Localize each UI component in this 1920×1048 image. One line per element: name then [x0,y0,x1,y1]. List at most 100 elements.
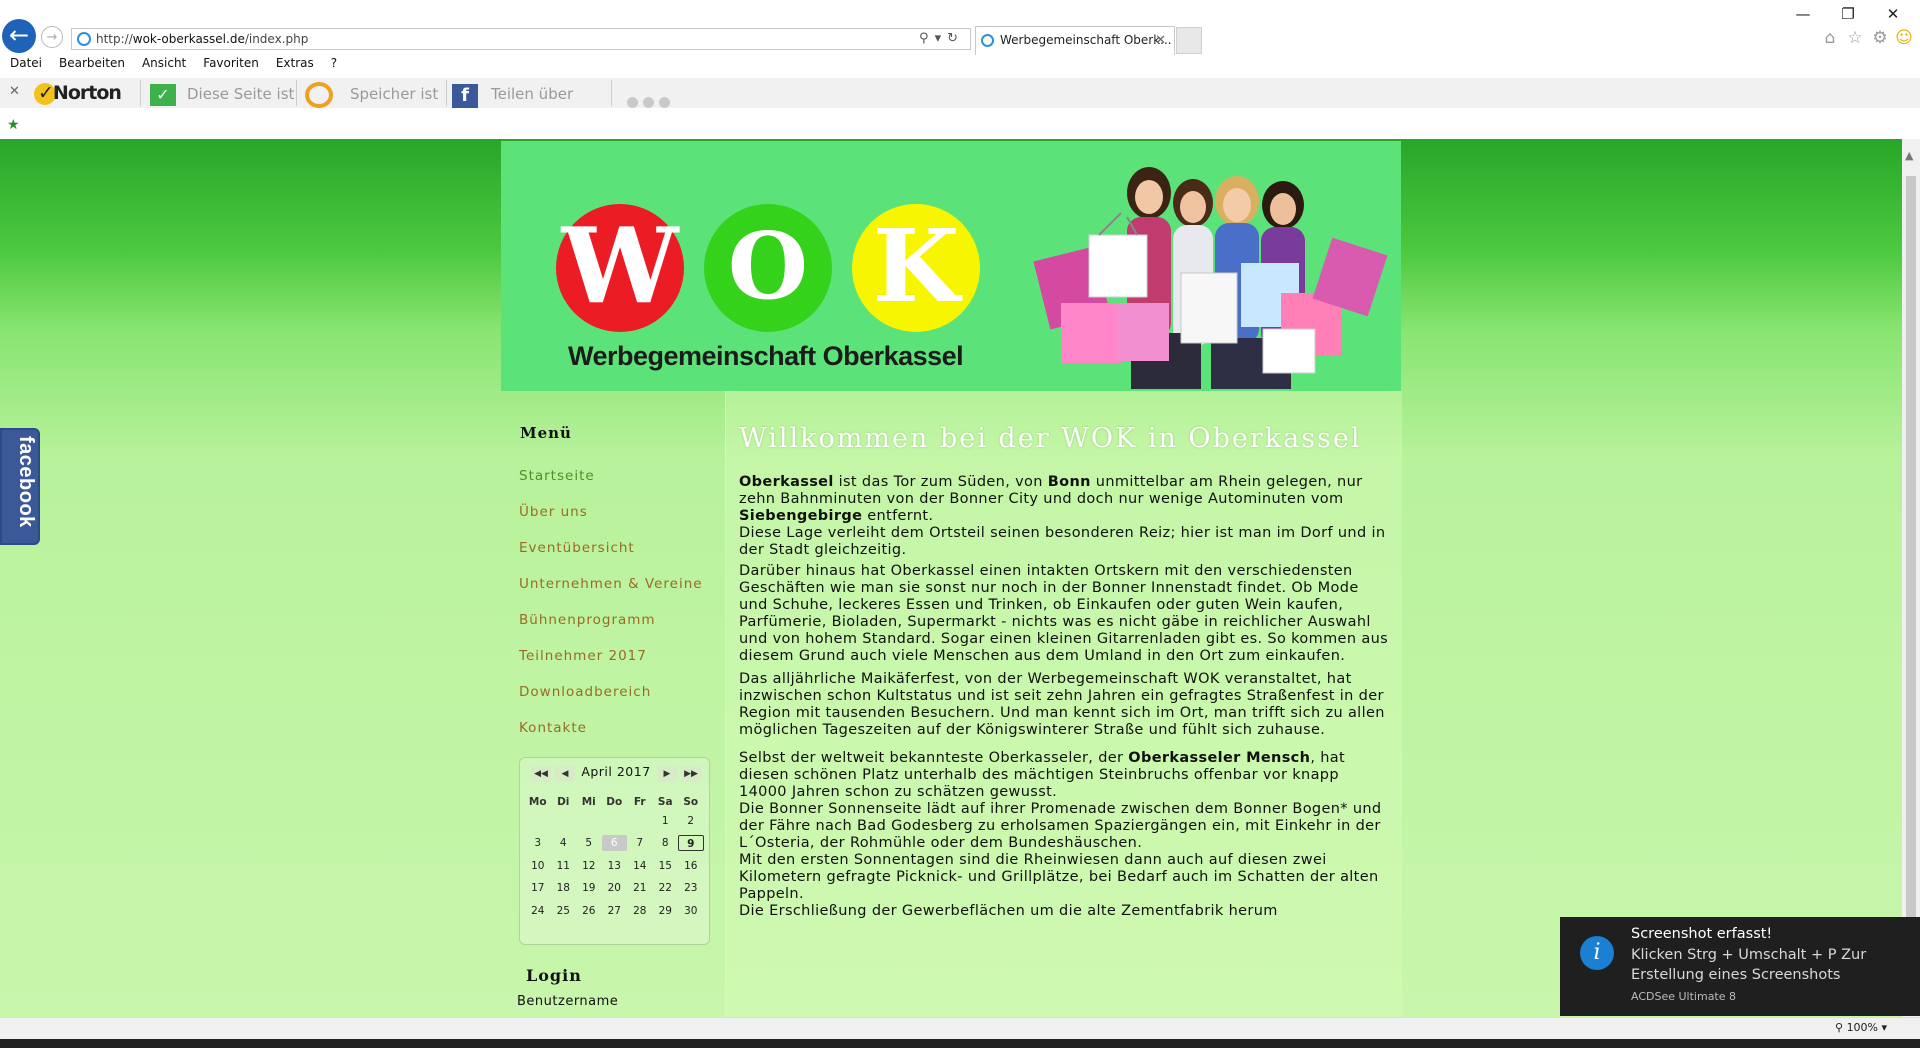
restore-button[interactable]: ❐ [1828,4,1868,24]
calendar-day[interactable]: 3 [525,835,551,851]
calendar-day[interactable]: 18 [551,880,577,896]
facebook-tab-label: facebook [15,436,37,528]
favorites-bar-star-icon[interactable]: ★ [7,117,20,133]
nav-eventuebersicht[interactable]: Eventübersicht [519,540,635,556]
smiley-feedback-icon[interactable]: ☺ [1894,28,1914,48]
calendar-day[interactable]: 30 [678,903,704,919]
paragraph-gewerbeflaechen: Die Erschließung der Gewerbeflächen um d… [739,903,1278,919]
nav-startseite[interactable]: Startseite [519,468,595,484]
calendar-day[interactable]: 21 [627,880,653,896]
back-arrow-icon[interactable]: ← [2,19,36,53]
forward-arrow-icon[interactable]: → [41,26,63,48]
next-month-icon[interactable]: ▶ [657,766,677,782]
paragraph-location: Diese Lage verleiht dem Ortsteil seinen … [739,525,1386,558]
calendar-weekday: Fr [633,796,646,808]
calendar-day[interactable]: 9 [678,835,704,851]
calendar-day[interactable]: 20 [602,880,628,896]
close-tab-icon[interactable]: ✕ [1155,27,1166,54]
scroll-up-icon[interactable]: ▲ [1905,149,1913,162]
screenshot-toast[interactable]: i Screenshot erfasst! Klicken Strg + Ums… [1560,917,1920,1016]
calendar-weekday: So [683,796,699,808]
toolbar-divider [446,80,447,106]
toast-title: Screenshot erfasst! [1631,926,1773,942]
zoom-level[interactable]: ⚲ 100% ▾ [1835,1021,1887,1034]
calendar-day[interactable]: 26 [576,903,602,919]
calendar-empty-cell [602,813,628,829]
url-prefix: http:// [96,32,133,46]
settings-gear-icon[interactable]: ⚙ [1870,28,1890,48]
close-toolbar-icon[interactable]: ✕ [9,84,20,99]
safe-page-button[interactable]: Diese Seite ist [187,85,294,103]
calendar-day[interactable]: 1 [653,813,679,829]
calendar-day[interactable]: 6 [601,835,627,851]
status-bar: ⚲ 100% ▾ [0,1017,1920,1040]
nav-unternehmen-vereine[interactable]: Unternehmen & Vereine [519,576,703,592]
nav-buehnenprogramm[interactable]: Bühnenprogramm [519,612,656,628]
nav-teilnehmer-2017[interactable]: Teilnehmer 2017 [519,648,647,664]
calendar-day[interactable]: 28 [627,903,653,919]
calendar-day[interactable]: 14 [627,858,653,874]
tab-current[interactable]: Werbegemeinschaft Oberk... ✕ [975,26,1175,55]
calendar-day[interactable]: 13 [602,858,628,874]
menu-help[interactable]: ? [331,56,337,70]
calendar-empty-cell [525,813,551,829]
info-icon: i [1580,936,1614,970]
username-label: Benutzername [517,994,619,1009]
menu-extras[interactable]: Extras [276,56,314,70]
calendar-empty-cell [551,813,577,829]
windows-taskbar [0,1039,1920,1048]
logo-letter-w: W [556,204,684,332]
nav-ueber-uns[interactable]: Über uns [519,504,588,520]
prev-month-icon[interactable]: ◀ [555,766,575,782]
norton-toolbar: ✕ ✓Norton ✓ Diese Seite ist Speicher ist… [0,78,1920,108]
page-viewport: W O K Werbegemeinschaft Oberkassel Menü … [0,139,1902,1017]
safe-check-icon: ✓ [150,84,176,106]
minimize-button[interactable]: — [1783,4,1823,24]
menu-bearbeiten[interactable]: Bearbeiten [59,56,125,70]
site-header-banner: W O K Werbegemeinschaft Oberkassel [501,141,1401,391]
next-year-icon[interactable]: ▶▶ [681,766,701,782]
favorites-star-icon[interactable]: ☆ [1845,28,1865,48]
menu-ansicht[interactable]: Ansicht [142,56,186,70]
calendar-day[interactable]: 25 [551,903,577,919]
menu-datei[interactable]: Datei [10,56,42,70]
nav-downloadbereich[interactable]: Downloadbereich [519,684,651,700]
calendar-empty-cell [576,813,602,829]
scroll-thumb[interactable] [1906,176,1916,936]
share-button[interactable]: Teilen über [491,85,573,103]
url-host: wok-oberkassel.de [132,32,245,46]
calendar-empty-cell [627,813,653,829]
calendar-day[interactable]: 24 [525,903,551,919]
calendar-day[interactable]: 19 [576,880,602,896]
calendar-day[interactable]: 8 [653,835,679,851]
calendar-day[interactable]: 15 [653,858,679,874]
menu-favoriten[interactable]: Favoriten [203,56,259,70]
logo-letter-o: O [704,204,832,332]
calendar-month-title: April 2017 [581,764,651,779]
calendar-day[interactable]: 22 [653,880,679,896]
search-refresh-icons[interactable]: ⚲▾↻ [919,29,964,49]
home-icon[interactable]: ⌂ [1820,28,1840,48]
calendar-day[interactable]: 27 [602,903,628,919]
calendar-day[interactable]: 4 [551,835,577,851]
calendar-day[interactable]: 12 [576,858,602,874]
calendar-day[interactable]: 2 [678,813,704,829]
nav-kontakte[interactable]: Kontakte [519,720,587,736]
close-window-button[interactable]: ✕ [1873,4,1913,24]
calendar-day[interactable]: 23 [678,880,704,896]
calendar-day[interactable]: 10 [525,858,551,874]
storage-button[interactable]: Speicher ist [350,85,438,103]
calendar-day[interactable]: 11 [551,858,577,874]
calendar-day[interactable]: 16 [678,858,704,874]
address-bar[interactable]: http://wok-oberkassel.de/index.php ⚲▾↻ [71,28,971,50]
more-dots-icon[interactable] [627,93,675,112]
norton-label[interactable]: ✓Norton [32,82,122,104]
calendar-day[interactable]: 29 [653,903,679,919]
new-tab-button[interactable] [1176,27,1202,54]
calendar-day[interactable]: 5 [576,835,602,851]
calendar-day[interactable]: 7 [627,835,653,851]
facebook-side-tab[interactable]: facebook [0,428,40,545]
prev-year-icon[interactable]: ◀◀ [531,766,551,782]
calendar-day[interactable]: 17 [525,880,551,896]
vertical-scrollbar[interactable]: ▲ [1902,139,1920,1017]
